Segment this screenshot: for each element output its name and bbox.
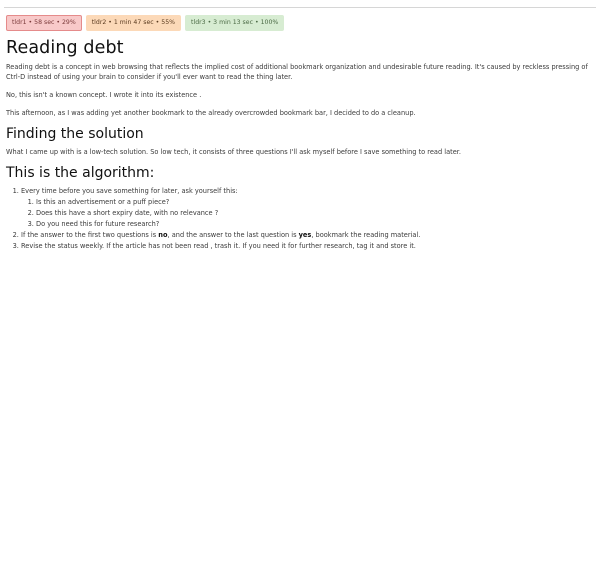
algorithm-list: Every time before you save something for… bbox=[6, 186, 592, 251]
step-1-text: Every time before you save something for… bbox=[21, 187, 238, 195]
algorithm-heading: This is the algorithm: bbox=[6, 165, 155, 181]
tab-tldr1[interactable]: tldr1 • 58 sec • 29% bbox=[6, 15, 82, 31]
tab-tldr2[interactable]: tldr2 • 1 min 47 sec • 55% bbox=[85, 15, 182, 31]
step-2-text-a: If the answer to the first two questions… bbox=[21, 230, 159, 239]
solution-paragraph: What I came up with is a low-tech soluti… bbox=[6, 148, 461, 156]
solution-heading: Finding the solution bbox=[6, 126, 144, 142]
step-2-text-b: , and the answer to the last question is bbox=[167, 230, 299, 239]
step-2-text-c: , bookmark the reading material. bbox=[311, 230, 421, 239]
list-item: Every time before you save something for… bbox=[21, 186, 592, 230]
note-paragraph: No, this isn't a known concept. I wrote … bbox=[6, 91, 202, 99]
question-list: Is this an advertisement or a puff piece… bbox=[21, 197, 592, 230]
top-divider bbox=[4, 7, 596, 8]
list-item: Does this have a short expiry date, with… bbox=[36, 208, 592, 219]
tldr-tab-bar: tldr1 • 58 sec • 29% tldr2 • 1 min 47 se… bbox=[6, 15, 285, 31]
list-item: Is this an advertisement or a puff piece… bbox=[36, 197, 592, 208]
article-body: Reading debt Reading debt is a concept i… bbox=[6, 38, 592, 251]
page-title: Reading debt bbox=[6, 38, 124, 58]
list-item: If the answer to the first two questions… bbox=[21, 230, 592, 241]
step-2-no: no bbox=[158, 230, 168, 239]
tab-tldr3[interactable]: tldr3 • 3 min 13 sec • 100% bbox=[185, 15, 285, 31]
step-2-yes: yes bbox=[298, 230, 312, 239]
list-item: Do you need this for future research? bbox=[36, 219, 592, 230]
story-paragraph: This afternoon, as I was adding yet anot… bbox=[6, 109, 416, 117]
intro-paragraph: Reading debt is a concept in web browsin… bbox=[6, 63, 588, 81]
list-item: Revise the status weekly. If the article… bbox=[21, 241, 592, 252]
